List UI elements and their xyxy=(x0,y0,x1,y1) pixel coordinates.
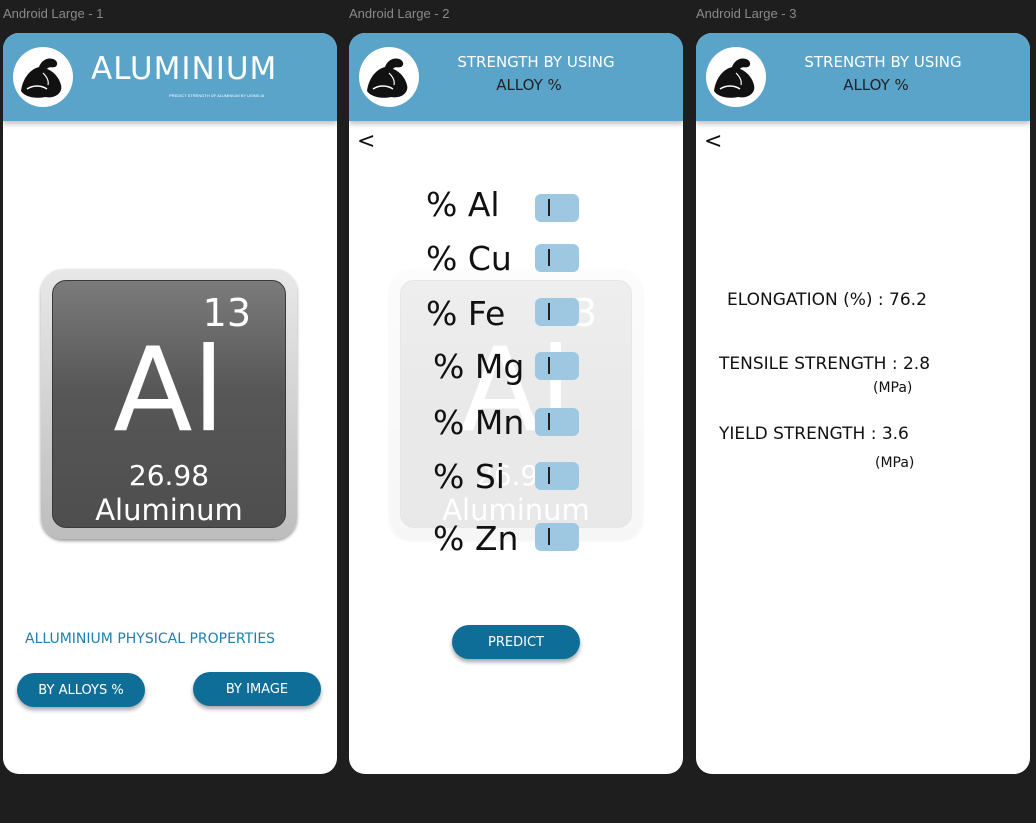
flexed-arm-logo-icon xyxy=(13,47,73,107)
frame-label-3: Android Large - 3 xyxy=(696,6,797,21)
label-mn: % Mn xyxy=(433,403,525,442)
tensile-unit: (MPa) xyxy=(873,380,913,396)
label-mg: % Mg xyxy=(433,347,525,386)
app-header: ALUMINIUM PREDICT STRENGTH OF ALUMINIUM … xyxy=(3,33,337,121)
by-alloys-button[interactable]: BY ALLOYS % xyxy=(17,673,145,707)
home-screen: ALUMINIUM PREDICT STRENGTH OF ALUMINIUM … xyxy=(3,33,337,774)
back-icon[interactable]: < xyxy=(357,129,375,154)
element-tile-face: 13 Al 26.98 Aluminum xyxy=(52,280,286,528)
tensile-strength-result: TENSILE STRENGTH : 2.8 xyxy=(719,354,931,374)
header-title-line1: STRENGTH BY USING xyxy=(804,53,962,71)
label-si: % Si xyxy=(433,457,505,496)
atomic-mass: 26.98 xyxy=(128,459,210,492)
input-mn[interactable] xyxy=(535,408,579,436)
header-title-line2: ALLOY % xyxy=(496,76,562,94)
physical-properties-link[interactable]: ALLUMINIUM PHYSICAL PROPERTIES xyxy=(25,631,275,647)
element-tile: 13 Al 26.98 Aluminum xyxy=(41,269,297,539)
text-cursor xyxy=(548,303,550,320)
text-cursor xyxy=(548,249,550,266)
flexed-arm-logo-icon xyxy=(359,47,419,107)
back-icon[interactable]: < xyxy=(704,129,722,154)
input-zn[interactable] xyxy=(535,523,579,551)
predict-button[interactable]: PREDICT xyxy=(452,625,580,659)
yield-unit: (MPa) xyxy=(875,455,915,471)
header-title-line2: ALLOY % xyxy=(843,76,909,94)
header-title-line1: STRENGTH BY USING xyxy=(457,53,615,71)
text-cursor xyxy=(548,199,550,216)
result-screen: STRENGTH BY USING ALLOY % < ELONGATION (… xyxy=(696,33,1030,774)
app-title: ALUMINIUM xyxy=(91,51,278,87)
frame-label-1: Android Large - 1 xyxy=(3,6,104,21)
app-subtitle: PREDICT STRENGTH OF ALUMINIUM BY USING A… xyxy=(169,93,265,98)
label-al: % Al xyxy=(426,185,500,224)
input-al[interactable] xyxy=(535,194,579,222)
label-cu: % Cu xyxy=(426,239,512,278)
input-mg[interactable] xyxy=(535,352,579,380)
text-cursor xyxy=(548,467,550,484)
label-zn: % Zn xyxy=(433,519,519,558)
result-header: STRENGTH BY USING ALLOY % xyxy=(696,33,1030,121)
flexed-arm-logo-icon xyxy=(706,47,766,107)
element-name: Aluminum xyxy=(95,493,243,527)
text-cursor xyxy=(548,357,550,374)
yield-strength-result: YIELD STRENGTH : 3.6 xyxy=(719,424,909,444)
frame-label-2: Android Large - 2 xyxy=(349,6,450,21)
text-cursor xyxy=(548,528,550,545)
input-cu[interactable] xyxy=(535,244,579,272)
label-fe: % Fe xyxy=(426,294,506,333)
alloy-header: STRENGTH BY USING ALLOY % xyxy=(349,33,683,121)
alloy-input-screen: STRENGTH BY USING ALLOY % < 13 Al 26.98 … xyxy=(349,33,683,774)
text-cursor xyxy=(548,413,550,430)
by-image-button[interactable]: BY IMAGE xyxy=(193,672,321,706)
element-symbol: Al xyxy=(113,323,225,458)
input-si[interactable] xyxy=(535,462,579,490)
input-fe[interactable] xyxy=(535,298,579,326)
elongation-result: ELONGATION (%) : 76.2 xyxy=(727,290,927,310)
